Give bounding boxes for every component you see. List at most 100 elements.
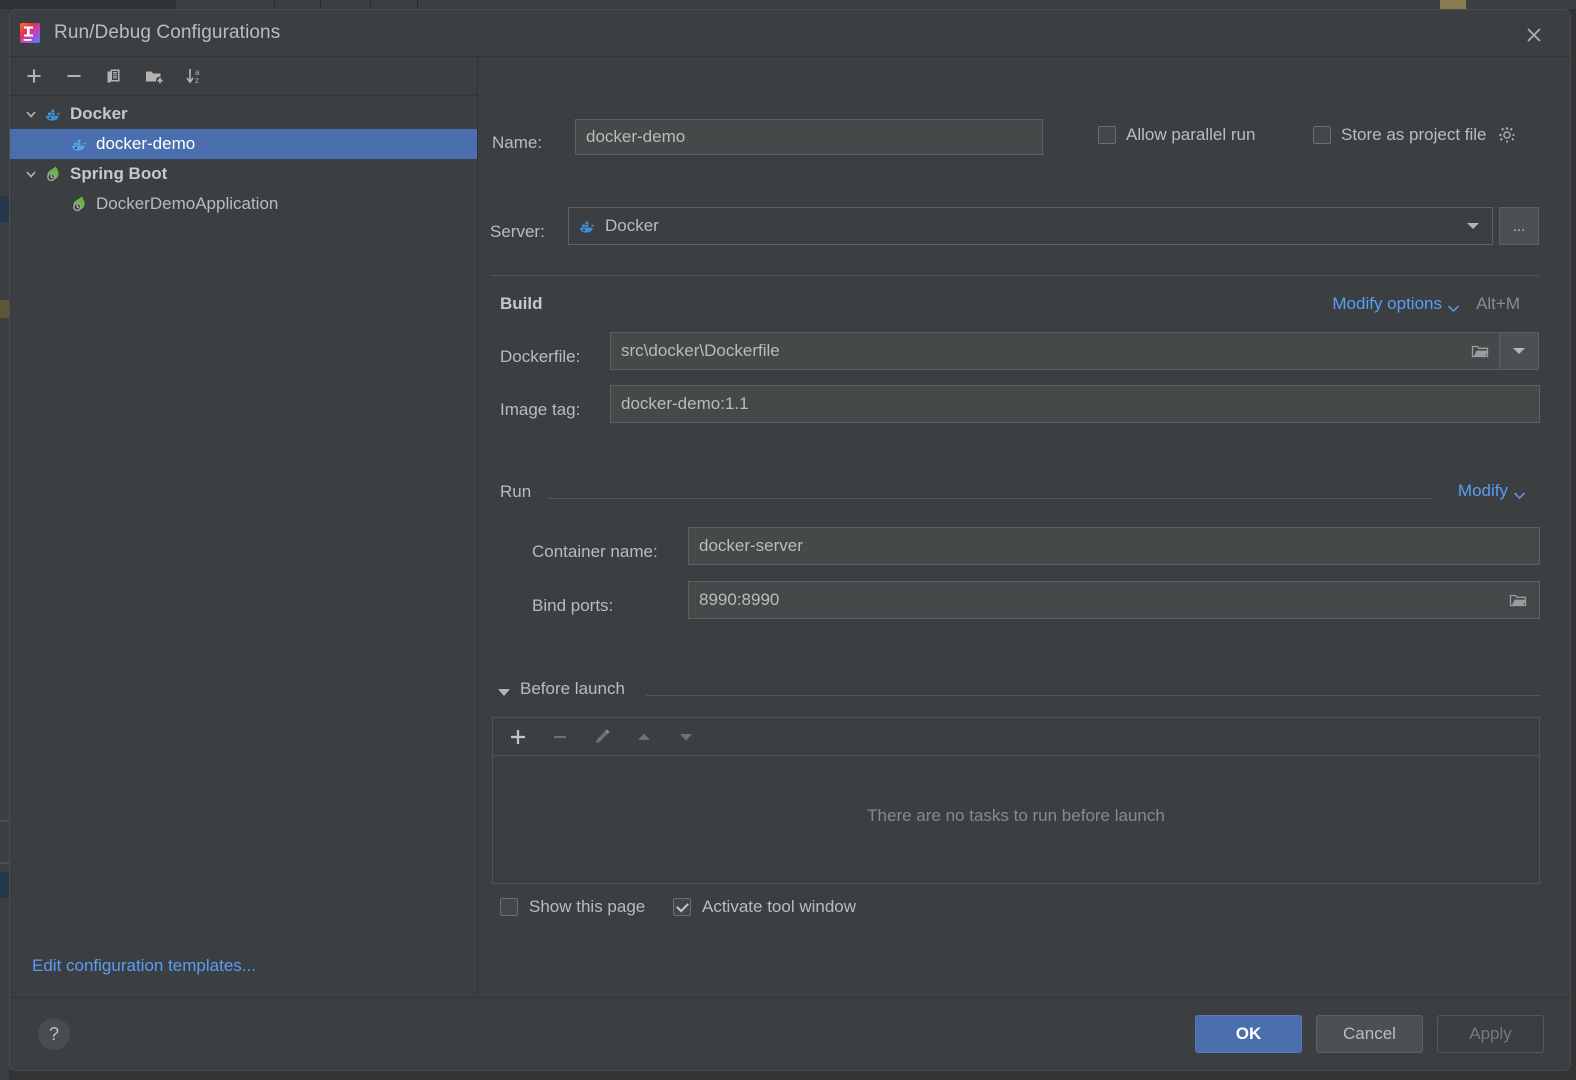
name-label: Name: bbox=[492, 133, 543, 152]
server-dropdown[interactable]: Docker bbox=[568, 207, 1493, 245]
dockerfile-history-dropdown[interactable] bbox=[1499, 332, 1539, 370]
before-launch-empty-text: There are no tasks to run before launch bbox=[867, 806, 1165, 825]
dockerfile-input-value: src\docker\Dockerfile bbox=[621, 341, 780, 360]
allow-parallel-run-label: Allow parallel run bbox=[1126, 125, 1256, 144]
activate-tool-window-label: Activate tool window bbox=[702, 897, 857, 916]
tree-item-dockerdemoapplication[interactable]: DockerDemoApplication bbox=[10, 189, 477, 219]
image-tag-input-value: docker-demo:1.1 bbox=[621, 394, 749, 413]
chevron-down-icon[interactable] bbox=[1466, 216, 1480, 236]
chevron-down-icon[interactable] bbox=[20, 167, 42, 181]
ide-tab-divider bbox=[320, 0, 321, 9]
ide-highlight-marker bbox=[1440, 0, 1466, 9]
intellij-idea-logo-icon bbox=[19, 22, 41, 44]
tree-group-label: Spring Boot bbox=[70, 164, 168, 183]
remove-configuration-button[interactable] bbox=[62, 64, 86, 88]
allow-parallel-run-checkbox-row[interactable]: Allow parallel run bbox=[1098, 125, 1255, 145]
bind-ports-input-value: 8990:8990 bbox=[699, 590, 780, 609]
dialog-body: a z Docker docker-demo Spring Boot Docke… bbox=[10, 56, 1570, 997]
copy-configuration-button[interactable] bbox=[102, 64, 126, 88]
dialog-action-buttons: OK Cancel Apply bbox=[1195, 1015, 1544, 1053]
run-debug-configurations-dialog: Run/Debug Configurations a z Docker dock… bbox=[9, 9, 1571, 1071]
run-modify-link[interactable]: Modify bbox=[1458, 481, 1508, 501]
run-section-divider bbox=[548, 498, 1432, 499]
modify-options-link[interactable]: Modify options bbox=[1332, 294, 1442, 314]
spring-boot-icon bbox=[68, 193, 90, 215]
before-launch-task-list: There are no tasks to run before launch bbox=[492, 717, 1540, 884]
before-launch-title: Before launch bbox=[520, 679, 625, 698]
docker-icon bbox=[42, 103, 64, 125]
browse-folder-icon[interactable] bbox=[1467, 338, 1493, 364]
docker-icon bbox=[577, 216, 597, 236]
chevron-down-icon[interactable] bbox=[20, 107, 42, 121]
add-configuration-button[interactable] bbox=[22, 64, 46, 88]
ide-tab-divider bbox=[370, 0, 371, 9]
dockerfile-label: Dockerfile: bbox=[500, 347, 581, 366]
dialog-button-bar: ? OK Cancel Apply bbox=[10, 997, 1570, 1070]
edit-configuration-templates-link[interactable]: Edit configuration templates... bbox=[32, 956, 256, 976]
allow-parallel-run-checkbox[interactable] bbox=[1098, 126, 1116, 144]
configurations-sidebar: a z Docker docker-demo Spring Boot Docke… bbox=[10, 57, 478, 997]
dockerfile-input[interactable]: src\docker\Dockerfile bbox=[610, 332, 1539, 370]
before-launch-toolbar bbox=[493, 718, 1539, 756]
server-label: Server: bbox=[490, 222, 545, 241]
container-name-input-value: docker-server bbox=[699, 536, 803, 555]
dialog-titlebar: Run/Debug Configurations bbox=[10, 10, 1570, 56]
show-this-page-checkbox-row[interactable]: Show this page bbox=[500, 897, 645, 917]
name-input-value: docker-demo bbox=[586, 127, 686, 146]
show-this-page-checkbox[interactable] bbox=[500, 898, 518, 916]
tree-group-docker[interactable]: Docker bbox=[10, 99, 477, 129]
cancel-button[interactable]: Cancel bbox=[1316, 1015, 1423, 1053]
activate-tool-window-checkbox[interactable] bbox=[673, 898, 691, 916]
edit-task-button bbox=[589, 724, 615, 750]
show-this-page-label: Show this page bbox=[529, 897, 646, 916]
new-folder-button[interactable] bbox=[142, 64, 166, 88]
tree-item-label: DockerDemoApplication bbox=[96, 194, 279, 213]
ide-rail-marker bbox=[0, 872, 9, 898]
server-dropdown-value: Docker bbox=[605, 216, 659, 235]
image-tag-input[interactable]: docker-demo:1.1 bbox=[610, 385, 1540, 423]
tree-group-label: Docker bbox=[70, 104, 128, 123]
server-browse-button[interactable]: ... bbox=[1499, 207, 1539, 245]
sort-configurations-button[interactable]: a z bbox=[182, 64, 206, 88]
add-task-button[interactable] bbox=[505, 724, 531, 750]
configuration-editor-panel: Name: docker-demo Allow parallel run Sto… bbox=[478, 57, 1570, 997]
chevron-down-icon[interactable] bbox=[1513, 487, 1526, 505]
container-name-label: Container name: bbox=[532, 542, 658, 561]
store-as-project-file-checkbox-row[interactable]: Store as project file bbox=[1313, 125, 1517, 145]
store-as-project-file-checkbox[interactable] bbox=[1313, 126, 1331, 144]
ok-button[interactable]: OK bbox=[1195, 1015, 1302, 1053]
chevron-down-icon[interactable] bbox=[1447, 300, 1460, 318]
run-section-title: Run bbox=[500, 482, 532, 501]
ide-editor-tabstrip bbox=[0, 0, 176, 9]
ide-left-rail bbox=[0, 9, 9, 1080]
move-task-down-button bbox=[673, 724, 699, 750]
build-section-title: Build bbox=[500, 294, 543, 313]
tree-item-docker-demo[interactable]: docker-demo bbox=[10, 129, 477, 159]
bind-ports-input[interactable]: 8990:8990 bbox=[688, 581, 1540, 619]
gear-icon[interactable] bbox=[1497, 125, 1517, 145]
move-task-up-button bbox=[631, 724, 657, 750]
ide-rail-marker bbox=[0, 196, 9, 222]
container-name-input[interactable]: docker-server bbox=[688, 527, 1540, 565]
name-input[interactable]: docker-demo bbox=[575, 119, 1043, 155]
ide-tab-divider bbox=[274, 0, 275, 9]
close-icon[interactable] bbox=[1520, 21, 1548, 49]
help-button[interactable]: ? bbox=[38, 1018, 70, 1050]
before-launch-twisty-icon[interactable] bbox=[496, 685, 512, 703]
build-section-divider bbox=[492, 275, 1539, 276]
spring-boot-icon bbox=[42, 163, 64, 185]
dialog-title: Run/Debug Configurations bbox=[54, 22, 281, 43]
sidebar-toolbar: a z bbox=[10, 57, 477, 96]
before-launch-divider bbox=[646, 695, 1540, 696]
tree-group-spring-boot[interactable]: Spring Boot bbox=[10, 159, 477, 189]
ide-toolbar-strip bbox=[0, 0, 1576, 9]
modify-options-shortcut: Alt+M bbox=[1476, 294, 1520, 313]
svg-text:z: z bbox=[195, 76, 199, 85]
browse-folder-icon[interactable] bbox=[1505, 587, 1531, 613]
activate-tool-window-checkbox-row[interactable]: Activate tool window bbox=[673, 897, 856, 917]
ide-rail-marker bbox=[0, 820, 9, 822]
store-as-project-file-label: Store as project file bbox=[1341, 125, 1487, 144]
apply-button[interactable]: Apply bbox=[1437, 1015, 1544, 1053]
sidebar-footer: Edit configuration templates... bbox=[10, 935, 477, 997]
remove-task-button bbox=[547, 724, 573, 750]
